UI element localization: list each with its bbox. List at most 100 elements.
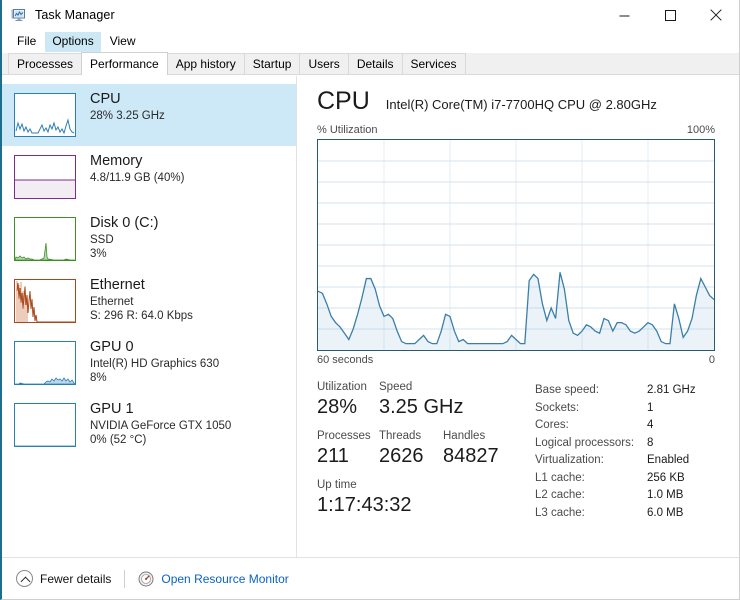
- sidebar-item-title: CPU: [90, 91, 121, 107]
- cpu-specs-list: Base speed: 2.81 GHz Sockets: 1 Cores: 4…: [535, 380, 715, 527]
- sidebar-item-title: Memory: [90, 153, 143, 169]
- graph-y-axis-max: 100%: [686, 124, 715, 136]
- spec-label: L2 cache:: [535, 489, 585, 501]
- tab-users[interactable]: Users: [299, 53, 349, 74]
- tab-performance[interactable]: Performance: [81, 52, 168, 75]
- stat-threads-label: Threads: [379, 430, 422, 442]
- ethernet-sparkline-icon: [14, 279, 76, 323]
- tab-services[interactable]: Services: [401, 53, 466, 74]
- tab-startup[interactable]: Startup: [243, 53, 301, 74]
- sidebar-item-gpu0[interactable]: GPU 0 Intel(R) HD Graphics 630 8%: [2, 332, 296, 394]
- stat-utilization-label: Utilization: [317, 381, 367, 393]
- fewer-details-label: Fewer details: [40, 571, 112, 586]
- spec-value: 6.0 MB: [647, 506, 684, 519]
- title-bar: Task Manager: [2, 0, 739, 30]
- stat-row-uptime: Up time 1:17:43:32: [317, 478, 535, 518]
- footer-divider: [124, 569, 126, 588]
- sidebar-item-line2: 4.8/11.9 GB (40%): [90, 172, 185, 184]
- sidebar-item-line2: 28% 3.25 GHz: [90, 110, 165, 122]
- resource-monitor-icon: [138, 571, 154, 587]
- menu-view[interactable]: View: [103, 32, 143, 52]
- gpu1-sparkline-icon: [14, 403, 76, 447]
- menu-options[interactable]: Options: [45, 31, 101, 52]
- sidebar-item-line2: NVIDIA GeForce GTX 1050: [90, 420, 232, 432]
- sidebar-item-text: Disk 0 (C:) SSD 3%: [90, 215, 158, 261]
- chevron-up-icon: [16, 570, 33, 587]
- task-manager-icon: [11, 7, 27, 23]
- sidebar-item-memory[interactable]: Memory 4.8/11.9 GB (40%): [2, 146, 296, 208]
- stat-uptime-label: Up time: [317, 479, 357, 491]
- minimize-button[interactable]: [601, 0, 647, 30]
- memory-bar-icon: [14, 155, 76, 199]
- task-manager-window: Task Manager File Options View Processes…: [0, 0, 740, 600]
- sidebar-item-disk0[interactable]: Disk 0 (C:) SSD 3%: [2, 208, 296, 270]
- close-button[interactable]: [693, 0, 739, 30]
- cpu-detail-panel: CPU Intel(R) Core(TM) i7-7700HQ CPU @ 2.…: [297, 76, 739, 557]
- sidebar-item-text: CPU 28% 3.25 GHz: [90, 91, 165, 123]
- spec-label: Cores:: [535, 419, 569, 431]
- sidebar-item-line3: S: 296 R: 64.0 Kbps: [90, 310, 193, 322]
- stat-row-utilization-speed: Utilization 28% Speed 3.25 GHz: [317, 380, 535, 420]
- stat-utilization: Utilization 28%: [317, 380, 379, 420]
- spec-virtualization: Virtualization: Enabled: [535, 452, 715, 470]
- cpu-utilization-graph: [317, 139, 715, 351]
- tab-details[interactable]: Details: [347, 53, 403, 74]
- stat-handles-label: Handles: [443, 430, 486, 442]
- stat-speed-label: Speed: [379, 381, 413, 393]
- sidebar-item-cpu[interactable]: CPU 28% 3.25 GHz: [2, 84, 296, 146]
- open-resource-monitor-button[interactable]: Open Resource Monitor: [138, 571, 289, 587]
- cpu-model-name: Intel(R) Core(TM) i7-7700HQ CPU @ 2.80GH…: [385, 97, 657, 112]
- spec-label: Logical processors:: [535, 436, 635, 449]
- graph-bottom-axis: 60 seconds 0: [317, 354, 715, 366]
- graph-x-axis-end: 0: [708, 354, 715, 366]
- sidebar-item-title: GPU 0: [90, 339, 134, 355]
- panel-header: CPU Intel(R) Core(TM) i7-7700HQ CPU @ 2.…: [317, 88, 715, 114]
- spec-label: L3 cache:: [535, 506, 585, 519]
- stat-processes-label: Processes: [317, 430, 371, 442]
- content-area: CPU 28% 3.25 GHz Memory 4.8/11.9 GB (40%…: [2, 76, 739, 557]
- stat-utilization-value: 28%: [317, 396, 358, 418]
- sidebar-item-ethernet[interactable]: Ethernet Ethernet S: 296 R: 64.0 Kbps: [2, 270, 296, 332]
- stats-left-column: Utilization 28% Speed 3.25 GHz Processes…: [317, 380, 535, 527]
- performance-sidebar: CPU 28% 3.25 GHz Memory 4.8/11.9 GB (40%…: [2, 76, 297, 557]
- cpu-statistics: Utilization 28% Speed 3.25 GHz Processes…: [317, 380, 715, 527]
- menu-file[interactable]: File: [10, 32, 43, 52]
- sidebar-item-text: Ethernet Ethernet S: 296 R: 64.0 Kbps: [90, 277, 193, 323]
- sidebar-item-line3: 8%: [90, 372, 107, 384]
- stat-uptime-value: 1:17:43:32: [317, 494, 412, 516]
- spec-label: Sockets:: [535, 401, 580, 414]
- spec-label: L1 cache:: [535, 471, 585, 484]
- sidebar-item-line3: 0% (52 °C): [90, 434, 147, 446]
- window-title: Task Manager: [35, 8, 115, 22]
- tab-processes[interactable]: Processes: [8, 53, 83, 74]
- sidebar-item-text: Memory 4.8/11.9 GB (40%): [90, 153, 184, 185]
- sidebar-item-line2: SSD: [90, 234, 114, 246]
- spec-l2-cache: L2 cache: 1.0 MB: [535, 487, 715, 505]
- graph-y-axis-label: % Utilization: [317, 124, 378, 136]
- fewer-details-button[interactable]: Fewer details: [16, 570, 111, 587]
- spec-label: Base speed:: [535, 384, 599, 396]
- stat-processes: Processes 211: [317, 429, 379, 469]
- disk-sparkline-icon: [14, 217, 76, 261]
- stat-speed: Speed 3.25 GHz: [379, 380, 471, 420]
- graph-x-axis-label: 60 seconds: [317, 354, 374, 366]
- spec-value: 1: [647, 401, 654, 414]
- sidebar-item-gpu1[interactable]: GPU 1 NVIDIA GeForce GTX 1050 0% (52 °C): [2, 394, 296, 456]
- status-bar: Fewer details Open Resource Monitor: [2, 557, 739, 599]
- stat-processes-value: 211: [317, 445, 349, 467]
- window-controls: [601, 0, 739, 30]
- graph-top-axis: % Utilization 100%: [317, 124, 715, 136]
- maximize-button[interactable]: [647, 0, 693, 30]
- stat-row-processes-threads-handles: Processes 211 Threads 2626 Handles 84827: [317, 429, 535, 469]
- stat-handles: Handles 84827: [443, 429, 507, 469]
- sidebar-item-text: GPU 1 NVIDIA GeForce GTX 1050 0% (52 °C): [90, 401, 231, 447]
- spec-base-speed: Base speed: 2.81 GHz: [535, 382, 715, 400]
- spec-value: 8: [647, 436, 654, 449]
- stat-handles-value: 84827: [443, 445, 499, 467]
- sidebar-item-line2: Intel(R) HD Graphics 630: [90, 358, 220, 370]
- spec-cores: Cores: 4: [535, 417, 715, 435]
- stat-uptime: Up time 1:17:43:32: [317, 478, 412, 518]
- menu-bar: File Options View: [2, 31, 739, 52]
- open-resource-monitor-label: Open Resource Monitor: [161, 571, 289, 586]
- tab-app-history[interactable]: App history: [166, 53, 245, 74]
